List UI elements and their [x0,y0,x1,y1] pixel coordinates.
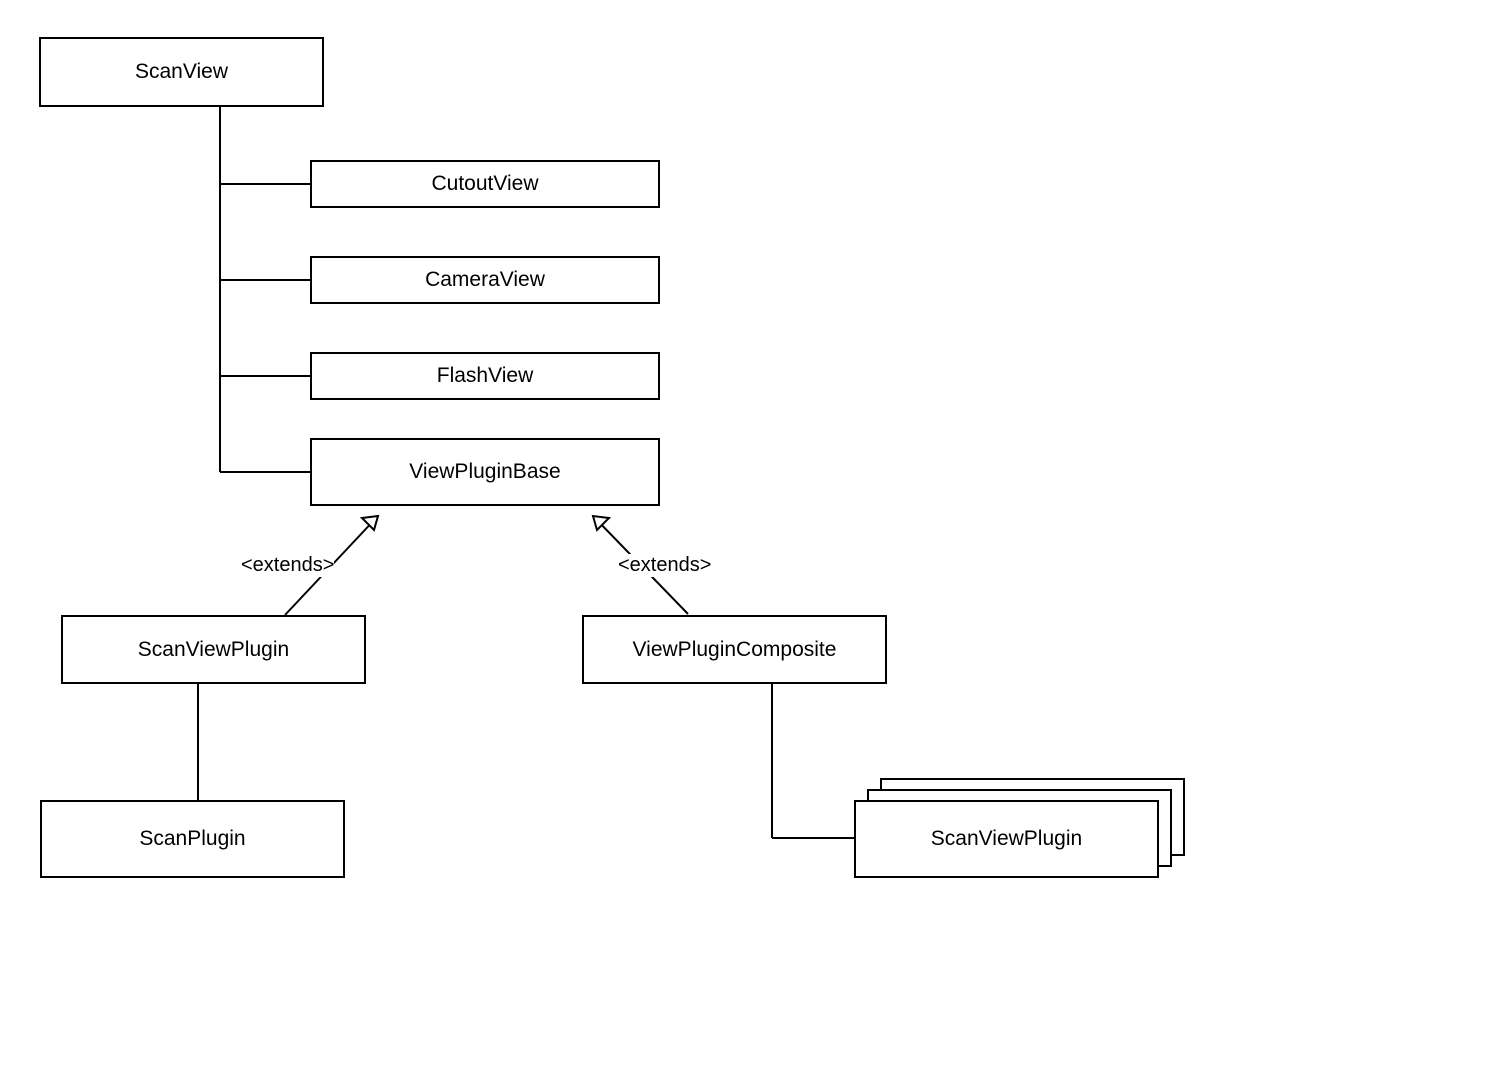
node-viewpluginbase: ViewPluginBase [310,438,660,506]
node-label: ScanViewPlugin [931,827,1082,851]
uml-diagram: ScanView CutoutView CameraView FlashView… [0,0,1502,1066]
node-cameraview: CameraView [310,256,660,304]
connectors [0,0,1502,1066]
node-label: ViewPluginComposite [633,638,837,662]
node-cutoutview: CutoutView [310,160,660,208]
node-label: ScanViewPlugin [138,638,289,662]
node-viewplugincomposite: ViewPluginComposite [582,615,887,684]
node-label: ScanView [135,60,228,84]
relation-extends-left: <extends> [241,554,334,577]
node-label: ScanPlugin [139,827,245,851]
node-scanplugin: ScanPlugin [40,800,345,878]
node-flashview: FlashView [310,352,660,400]
node-label: CameraView [425,268,545,292]
relation-extends-right: <extends> [618,554,711,577]
node-scanviewplugin-stack-1: ScanViewPlugin [854,800,1159,878]
node-label: FlashView [437,364,534,388]
node-scanviewplugin: ScanViewPlugin [61,615,366,684]
node-scanview: ScanView [39,37,324,107]
node-label: ViewPluginBase [409,460,560,484]
node-label: CutoutView [431,172,538,196]
